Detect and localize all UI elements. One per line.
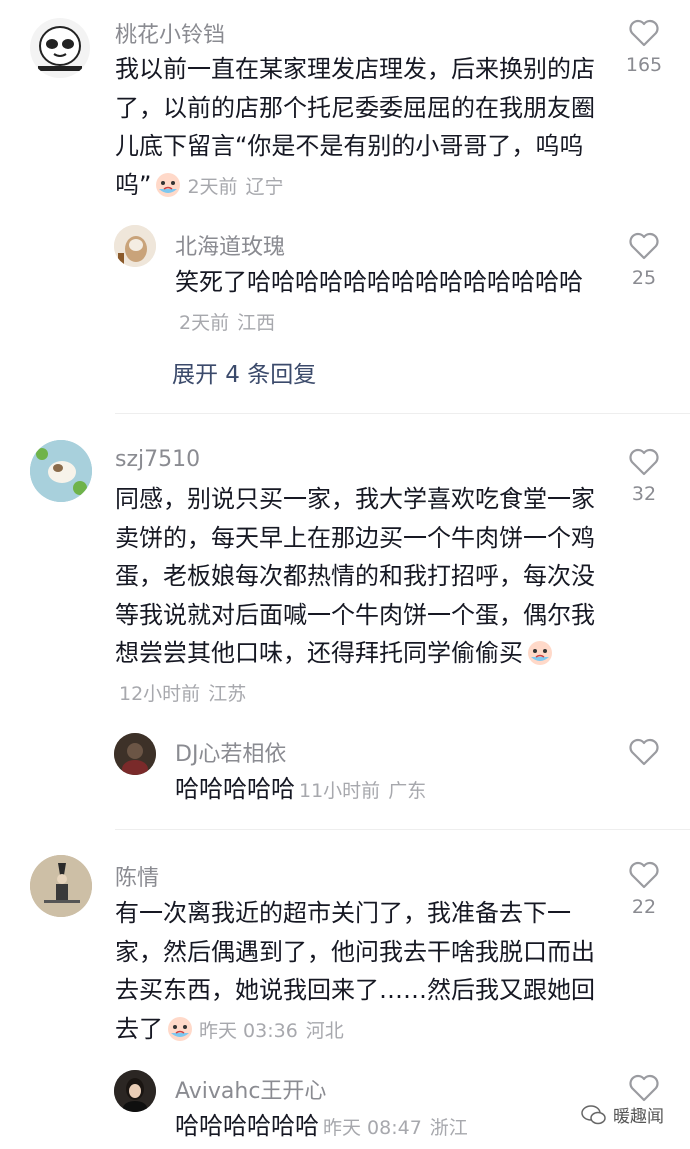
reply-username[interactable]: Avivahc王开心 — [175, 1073, 326, 1105]
divider — [115, 829, 690, 830]
reply-time: 11小时前 — [299, 780, 381, 802]
comment-location: 河北 — [305, 1019, 344, 1042]
comment-location: 辽宁 — [245, 175, 284, 198]
comment-username[interactable]: 桃花小铃铛 — [115, 17, 225, 49]
reply-text: 哈哈哈哈哈哈 昨天 08:47 浙江 — [175, 1107, 595, 1148]
expand-replies-link[interactable]: 展开 4 条回复 — [172, 355, 316, 389]
crying-emoji-icon — [165, 1013, 195, 1043]
like-count: 25 — [631, 267, 657, 289]
reply-location: 广东 — [388, 780, 427, 802]
like-button[interactable]: 22 — [614, 860, 674, 918]
heart-icon — [629, 19, 659, 47]
reply-time: 2天前 — [179, 311, 230, 334]
photo-avatar-icon — [114, 1070, 156, 1112]
heart-icon — [629, 861, 659, 889]
reply-username[interactable]: 北海道玫瑰 — [175, 229, 285, 261]
comment-meta: 2天前 辽宁 — [187, 176, 291, 198]
watermark-text: 暖趣闻 — [613, 1107, 664, 1127]
comment-meta: 昨天 03:36 河北 — [199, 1020, 352, 1042]
avatar[interactable] — [30, 440, 92, 502]
cat-avatar-icon — [30, 440, 92, 502]
crying-emoji-icon — [525, 637, 555, 667]
reply-text: 哈哈哈哈哈 11小时前 广东 — [175, 770, 595, 811]
heart-icon — [629, 232, 659, 260]
heart-icon — [629, 1074, 659, 1102]
figure-avatar-icon — [30, 855, 92, 917]
avatar[interactable] — [30, 855, 92, 917]
comment-text: 我以前一直在某家理发店理发，后来换别的店了，以前的店那个托尼委委屈屈的在我朋友圈… — [115, 55, 595, 199]
comment-text: 同感，别说只买一家，我大学喜欢吃食堂一家卖饼的，每天早上在那边买一个牛肉饼一个鸡… — [115, 485, 595, 705]
like-button[interactable] — [614, 737, 674, 773]
reply-time: 昨天 08:47 — [323, 1117, 422, 1139]
avatar[interactable] — [114, 733, 156, 775]
crying-emoji-icon — [153, 169, 183, 199]
cartoon-avatar-icon — [38, 26, 82, 71]
reply-location: 江西 — [237, 311, 276, 334]
wechat-icon — [581, 1104, 606, 1124]
pet-avatar-icon — [114, 225, 156, 267]
comment-time: 昨天 03:36 — [199, 1019, 298, 1042]
avatar[interactable] — [30, 18, 90, 78]
like-button[interactable]: 165 — [614, 18, 674, 76]
like-button[interactable]: 32 — [614, 447, 674, 505]
like-count: 32 — [631, 483, 657, 505]
avatar[interactable] — [114, 1070, 156, 1112]
avatar[interactable] — [114, 225, 156, 267]
like-count: 22 — [631, 896, 657, 918]
comment-time: 12小时前 — [119, 682, 201, 705]
reply-text: 笑死了哈哈哈哈哈哈哈哈哈哈哈哈哈哈2天前 江西 — [175, 268, 583, 334]
comment-location: 江苏 — [208, 682, 247, 705]
photo-avatar-icon — [114, 733, 156, 775]
comment-meta: 12小时前 江苏 — [119, 683, 254, 705]
heart-icon — [629, 738, 659, 766]
comment-time: 2天前 — [187, 175, 238, 198]
reply-meta: 2天前 江西 — [179, 312, 283, 334]
reply-meta: 11小时前 广东 — [299, 780, 434, 802]
heart-icon — [629, 448, 659, 476]
like-count: 165 — [625, 54, 663, 76]
watermark: 暖趣闻 — [581, 1102, 664, 1127]
reply-location: 浙江 — [429, 1117, 468, 1139]
like-button[interactable]: 25 — [614, 231, 674, 289]
comment-username[interactable]: 陈情 — [115, 860, 159, 892]
comment-text: 有一次离我近的超市关门了，我准备去下一家，然后偶遇到了，他问我去干啥我脱口而出去… — [115, 899, 595, 1043]
divider — [115, 413, 690, 414]
reply-meta: 昨天 08:47 浙江 — [323, 1117, 476, 1139]
comment-username[interactable]: szj7510 — [115, 447, 200, 472]
reply-username[interactable]: DJ心若相依 — [175, 736, 286, 768]
